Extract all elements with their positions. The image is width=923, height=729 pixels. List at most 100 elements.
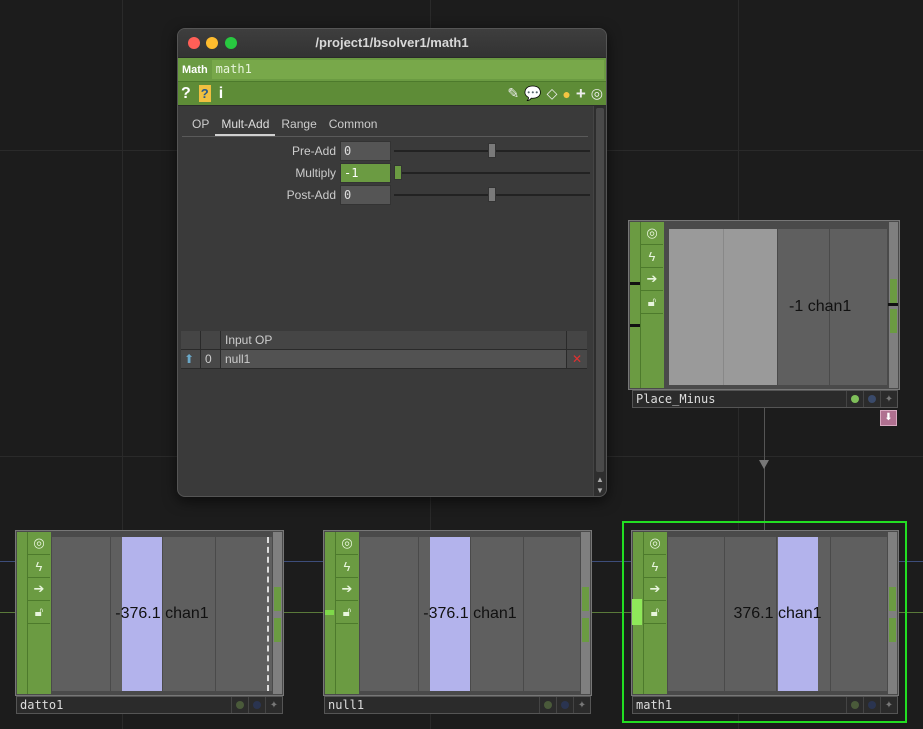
input-connector[interactable] xyxy=(630,324,640,327)
tab-range[interactable]: Range xyxy=(275,114,322,136)
op-name-field[interactable]: math1 xyxy=(211,60,604,79)
cook-icon[interactable]: ϟ xyxy=(644,555,666,578)
render-flag-icon[interactable] xyxy=(248,697,265,713)
viewer-icon[interactable]: ◎ xyxy=(28,532,50,555)
close-button[interactable] xyxy=(188,37,200,49)
wire-datto-null xyxy=(283,612,325,613)
maximize-button[interactable] xyxy=(225,37,237,49)
download-icon[interactable]: ⬇ xyxy=(880,410,897,426)
output-connector[interactable] xyxy=(889,618,896,642)
bypass-flag-icon[interactable]: ✦ xyxy=(573,697,590,713)
add-icon[interactable]: + xyxy=(576,84,586,104)
output-connector[interactable] xyxy=(582,587,589,611)
display-flag-icon[interactable] xyxy=(539,697,556,713)
multiply-field[interactable]: -1 xyxy=(340,163,391,183)
output-connector[interactable] xyxy=(890,279,897,303)
export-icon[interactable]: ➔ xyxy=(644,578,666,601)
node-flag-icons: ◎ ϟ ➔ 🔓︎ xyxy=(640,222,664,388)
pre-add-field[interactable]: 0 xyxy=(340,141,391,161)
input-connector[interactable] xyxy=(630,282,640,285)
viewer-icon[interactable]: ◎ xyxy=(644,532,666,555)
input-connector[interactable] xyxy=(632,599,642,625)
scrollbar[interactable]: ▲ ▼ xyxy=(593,106,606,496)
node-value-label: -376.1 chan1 xyxy=(52,605,272,623)
tab-op[interactable]: OP xyxy=(186,114,215,136)
node-body[interactable]: ◎ ϟ ➔ 🔓︎ -376.1 chan1 xyxy=(323,530,592,696)
cook-icon[interactable]: ϟ xyxy=(336,555,358,578)
comment-icon[interactable]: 💬 xyxy=(524,85,541,102)
node-label-bar: null1 ✦ xyxy=(324,696,591,714)
render-flag-icon[interactable] xyxy=(556,697,573,713)
render-flag-icon[interactable] xyxy=(863,391,880,407)
node-body[interactable]: ◎ ϟ ➔ 🔓︎ -376.1 chan1 xyxy=(15,530,284,696)
multiply-slider-thumb[interactable] xyxy=(394,165,402,180)
viewer-icon[interactable]: ◎ xyxy=(641,222,663,245)
output-connector[interactable] xyxy=(274,587,281,611)
clone-icon[interactable]: ◇ xyxy=(547,85,558,102)
edit-icon[interactable]: ✎ xyxy=(507,85,519,102)
lock-icon[interactable]: 🔓︎ xyxy=(641,291,663,314)
lock-icon[interactable]: 🔓︎ xyxy=(28,601,50,624)
node-name[interactable]: null1 xyxy=(325,698,539,712)
input-op-field[interactable]: null1 xyxy=(221,350,567,368)
input-connector[interactable] xyxy=(325,610,334,615)
node-flag-icons: ◎ ϟ ➔ 🔓︎ xyxy=(643,532,667,694)
target-icon[interactable]: ◎ xyxy=(591,85,603,102)
bypass-flag-icon[interactable]: ✦ xyxy=(880,697,897,713)
output-connector[interactable] xyxy=(582,618,589,642)
param-row-pre-add: Pre-Add 0 xyxy=(178,141,590,161)
lock-icon[interactable]: 🔓︎ xyxy=(644,601,666,624)
post-add-slider-thumb[interactable] xyxy=(488,187,496,202)
display-flag-icon[interactable] xyxy=(846,391,863,407)
node-viewer: -1 chan1 xyxy=(669,229,887,385)
tab-common[interactable]: Common xyxy=(323,114,384,136)
render-flag-icon[interactable] xyxy=(863,697,880,713)
node-flag-icons: ◎ ϟ ➔ 🔓︎ xyxy=(27,532,51,694)
multiply-label: Multiply xyxy=(295,166,336,180)
lock-icon[interactable]: 🔓︎ xyxy=(336,601,358,624)
python-help-icon[interactable]: ? xyxy=(198,85,211,102)
cook-icon[interactable]: ϟ xyxy=(641,245,663,268)
node-name[interactable]: Place_Minus xyxy=(633,392,846,406)
viewer-icon[interactable]: ◎ xyxy=(336,532,358,555)
output-connector[interactable] xyxy=(889,587,896,611)
parameter-window[interactable]: /project1/bsolver1/math1 Math math1 ? ? … xyxy=(177,28,607,497)
export-icon[interactable]: ➔ xyxy=(28,578,50,601)
node-name[interactable]: datto1 xyxy=(17,698,231,712)
delete-icon[interactable]: ✕ xyxy=(567,350,587,368)
cook-icon[interactable]: ϟ xyxy=(28,555,50,578)
scrollbar-thumb[interactable] xyxy=(596,108,604,472)
post-add-field[interactable]: 0 xyxy=(340,185,391,205)
tab-mult-add[interactable]: Mult-Add xyxy=(215,114,276,136)
display-flag-icon[interactable] xyxy=(231,697,248,713)
display-flag-icon[interactable] xyxy=(846,697,863,713)
output-side xyxy=(273,532,282,694)
node-name[interactable]: math1 xyxy=(633,698,846,712)
help-icon[interactable]: ? xyxy=(181,84,191,104)
move-up-icon[interactable]: ⬆ xyxy=(181,350,201,368)
bypass-flag-icon[interactable]: ✦ xyxy=(880,391,897,407)
output-connector[interactable] xyxy=(274,618,281,642)
pre-add-slider-thumb[interactable] xyxy=(488,143,496,158)
python-icon[interactable]: ● xyxy=(562,86,570,102)
export-icon[interactable]: ➔ xyxy=(336,578,358,601)
node-viewer: -376.1 chan1 xyxy=(360,537,580,691)
output-connector[interactable] xyxy=(888,303,898,306)
bypass-flag-icon[interactable]: ✦ xyxy=(265,697,282,713)
pre-add-slider[interactable] xyxy=(394,142,590,160)
node-channel: chan1 xyxy=(807,298,852,315)
info-icon[interactable]: i xyxy=(219,84,223,104)
parameter-tabs: OP Mult-Add Range Common xyxy=(182,106,588,137)
wire-place-math xyxy=(764,408,765,532)
node-value: 376.1 xyxy=(733,605,774,622)
output-connector[interactable] xyxy=(890,309,897,333)
multiply-slider[interactable] xyxy=(394,164,590,182)
node-body[interactable]: ◎ ϟ ➔ 🔓︎ 376.1 chan1 xyxy=(631,530,899,696)
node-body[interactable]: ◎ ϟ ➔ 🔓︎ -1 chan1 xyxy=(628,220,900,390)
minimize-button[interactable] xyxy=(206,37,218,49)
post-add-slider[interactable] xyxy=(394,186,590,204)
export-icon[interactable]: ➔ xyxy=(641,268,663,291)
window-titlebar[interactable]: /project1/bsolver1/math1 xyxy=(178,29,606,58)
scroll-down-icon[interactable]: ▼ xyxy=(594,485,606,496)
scroll-up-icon[interactable]: ▲ xyxy=(594,474,606,485)
